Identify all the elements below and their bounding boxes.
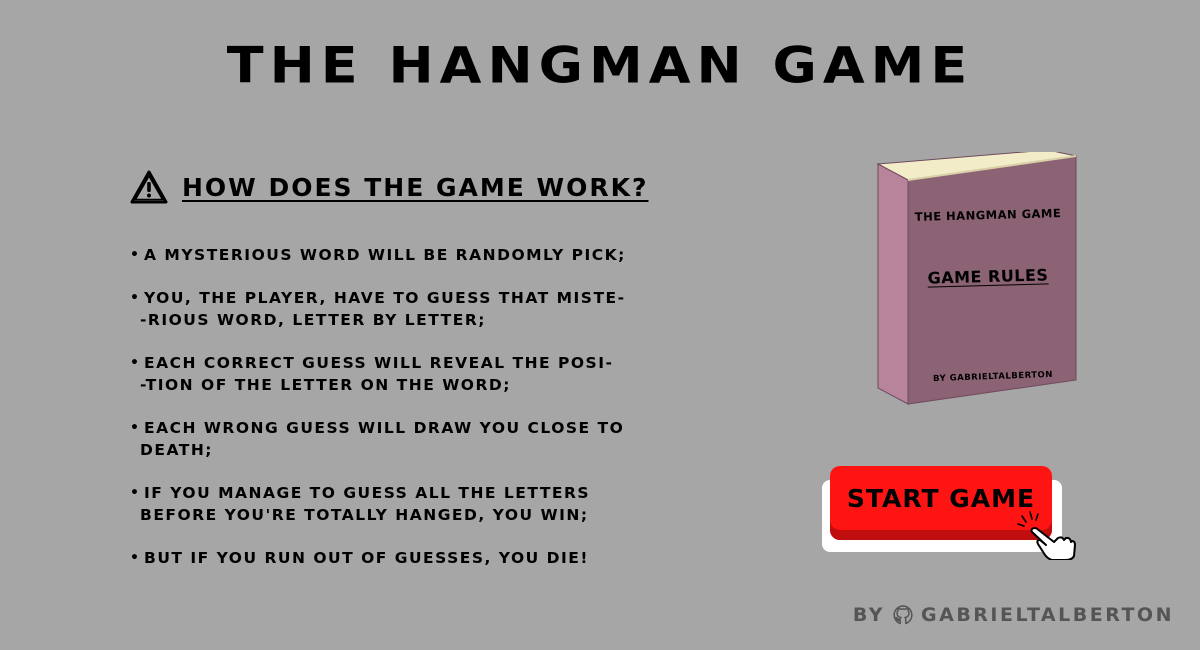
rule-item: • You, the player, have to guess that mis… <box>130 287 690 331</box>
rules-header: How does the game work? <box>130 170 690 204</box>
bullet-icon: • <box>130 485 141 501</box>
rule-line: death; <box>140 441 213 459</box>
hangman-start-screen: The Hangman Game How does the game work?… <box>0 0 1200 650</box>
rule-line: before you're totally hanged, you win; <box>140 506 589 524</box>
rule-line: Each correct guess will reveal the posi- <box>144 354 614 372</box>
footer-author-name[interactable]: GabrielTalberton <box>921 604 1174 626</box>
rule-item: • Each correct guess will reveal the posi… <box>130 352 690 396</box>
rules-book: The Hangman Game Game Rules By GabrielTa… <box>868 152 1084 410</box>
page-title: The Hangman Game <box>226 36 974 95</box>
rules-heading: How does the game work? <box>182 172 649 202</box>
github-icon[interactable] <box>893 605 913 625</box>
rules-section: How does the game work? • A mysterious wo… <box>130 170 690 590</box>
rule-line: But if you run out of guesses, you die! <box>144 549 589 567</box>
rule-line: -tion of the letter on the word; <box>140 376 511 394</box>
rule-line: If you manage to guess all the letters <box>144 484 591 502</box>
pointing-hand-icon <box>1014 510 1076 561</box>
bullet-icon: • <box>130 290 141 306</box>
bullet-icon: • <box>130 355 141 371</box>
footer-credit: By GabrielTalberton <box>853 604 1174 626</box>
bullet-icon: • <box>130 247 141 263</box>
footer-prefix: By <box>852 604 886 626</box>
rule-item: • If you manage to guess all the letters b… <box>130 482 690 526</box>
bullet-icon: • <box>130 420 141 436</box>
rule-item: • A mysterious word will be randomly pick… <box>130 244 690 266</box>
rule-item: • Each wrong guess will draw you close to… <box>130 417 690 461</box>
rule-line: A mysterious word will be randomly pick; <box>144 246 626 264</box>
rule-line: -rious word, letter by letter; <box>140 311 486 329</box>
warning-icon <box>130 170 168 204</box>
rules-list: • A mysterious word will be randomly pick… <box>130 244 690 569</box>
rule-item: • But if you run out of guesses, you die! <box>130 547 690 569</box>
rule-line: You, the player, have to guess that mist… <box>144 289 626 307</box>
rule-line: Each wrong guess will draw you close to <box>144 419 625 437</box>
bullet-icon: • <box>130 550 141 566</box>
